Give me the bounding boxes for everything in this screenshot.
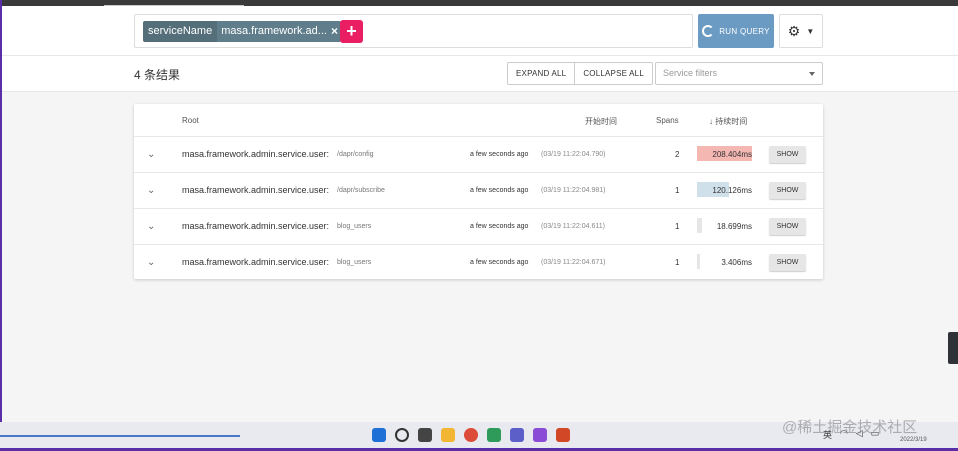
table-row[interactable]: ⌄ masa.framework.admin.service.user: /da… (134, 172, 823, 208)
caret-down-icon (809, 72, 815, 76)
row-spans: 1 (675, 258, 680, 267)
chip-value: masa.framework.ad... × (217, 21, 342, 42)
powerpoint-icon[interactable] (556, 428, 570, 442)
collapse-all-button[interactable]: COLLAPSE ALL (574, 63, 652, 84)
row-operation: /dapr/config (337, 151, 374, 158)
row-timestamp: (03/19 11:22:04.671) (541, 259, 606, 266)
header-root: Root (182, 116, 199, 125)
row-operation: blog_users (337, 223, 372, 230)
chevron-down-icon[interactable]: ⌄ (147, 221, 155, 232)
run-query-label: RUN QUERY (719, 26, 770, 36)
expand-all-button[interactable]: EXPAND ALL (508, 63, 574, 84)
start-icon[interactable] (372, 428, 386, 442)
show-button[interactable]: SHOW (769, 182, 806, 199)
show-button[interactable]: SHOW (769, 218, 806, 235)
show-button[interactable]: SHOW (769, 254, 806, 271)
app-icon[interactable] (487, 428, 501, 442)
gear-icon: ⚙ (787, 22, 801, 39)
row-ago: a few seconds ago (470, 223, 529, 230)
watermark: @稀土掘金技术社区 (782, 419, 918, 436)
run-query-button[interactable]: RUN QUERY (698, 14, 774, 48)
table-row[interactable]: ⌄ masa.framework.admin.service.user: blo… (134, 208, 823, 244)
row-operation: blog_users (337, 259, 372, 266)
taskbar-date[interactable]: 2022/3/19 (900, 437, 927, 443)
row-spans: 1 (675, 222, 680, 231)
chip-key: serviceName (143, 21, 218, 42)
visual-studio-icon[interactable] (533, 428, 547, 442)
row-spans: 1 (675, 186, 680, 195)
row-service: masa.framework.admin.service.user: (182, 221, 330, 231)
header-start-time[interactable]: 开始时间 (585, 116, 617, 127)
duration-bar (697, 218, 702, 233)
table-row[interactable]: ⌄ masa.framework.admin.service.user: /da… (134, 136, 823, 172)
row-duration: 18.699ms (716, 222, 752, 231)
settings-button[interactable]: ⚙ ▼ (779, 14, 823, 48)
header-duration[interactable]: ↓ 持续时间 (709, 116, 747, 127)
row-service: masa.framework.admin.service.user: (182, 185, 330, 195)
task-view-icon[interactable] (418, 428, 432, 442)
refresh-icon (702, 25, 715, 37)
row-timestamp: (03/19 11:22:04.981) (541, 187, 606, 194)
row-ago: a few seconds ago (470, 187, 529, 194)
chrome-icon[interactable] (464, 428, 478, 442)
service-filters-select[interactable]: Service filters (655, 62, 823, 85)
chevron-down-icon[interactable]: ⌄ (147, 185, 155, 196)
chevron-down-icon: ▼ (806, 26, 815, 36)
trace-table: Root 开始时间 Spans ↓ 持续时间 ⌄ masa.framework.… (134, 104, 823, 279)
header-divider (2, 55, 958, 56)
add-filter-button[interactable]: + (340, 20, 363, 43)
service-filters-placeholder: Service filters (663, 68, 718, 78)
row-timestamp: (03/19 11:22:04.611) (541, 223, 605, 230)
search-icon[interactable] (395, 428, 409, 442)
video-progress-bar[interactable] (0, 435, 240, 437)
row-duration: 3.406ms (721, 258, 752, 267)
row-spans: 2 (675, 150, 680, 159)
side-panel-handle[interactable] (948, 332, 958, 364)
header-spans[interactable]: Spans (656, 116, 679, 125)
chip-close-icon[interactable]: × (327, 21, 338, 42)
row-timestamp: (03/19 11:22:04.790) (541, 151, 606, 158)
chevron-down-icon[interactable]: ⌄ (147, 149, 155, 160)
duration-bar (697, 254, 700, 269)
results-count: 4 条结果 (134, 68, 181, 82)
row-ago: a few seconds ago (470, 259, 529, 266)
chevron-down-icon[interactable]: ⌄ (147, 257, 155, 268)
chip-value-text: masa.framework.ad... (221, 25, 327, 37)
table-row[interactable]: ⌄ masa.framework.admin.service.user: blo… (134, 244, 823, 280)
file-explorer-icon[interactable] (441, 428, 455, 442)
row-service: masa.framework.admin.service.user: (182, 257, 330, 267)
expand-collapse-group: EXPAND ALL COLLAPSE ALL (507, 62, 653, 85)
row-operation: /dapr/subscribe (337, 187, 385, 194)
filter-chip[interactable]: serviceName masa.framework.ad... × (143, 21, 342, 42)
row-duration: 208.404ms (712, 150, 752, 159)
row-service: masa.framework.admin.service.user: (182, 149, 330, 159)
teams-icon[interactable] (510, 428, 524, 442)
taskbar-apps (372, 428, 570, 442)
row-ago: a few seconds ago (470, 151, 529, 158)
show-button[interactable]: SHOW (769, 146, 806, 163)
row-duration: 120.126ms (712, 186, 752, 195)
